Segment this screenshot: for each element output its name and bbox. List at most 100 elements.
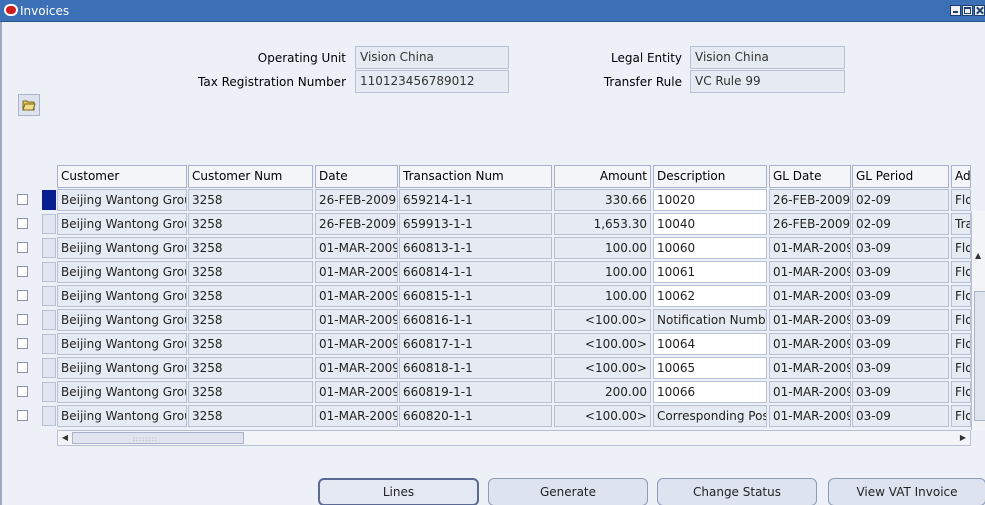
- cell-description[interactable]: Notification Numbe: [653, 309, 767, 331]
- scroll-right-icon[interactable]: ▶: [956, 431, 970, 445]
- cell-ad[interactable]: Flo: [951, 237, 971, 259]
- row-checkbox[interactable]: [17, 290, 28, 301]
- cell-customer-num[interactable]: 3258: [188, 309, 313, 331]
- column-header-ad[interactable]: Ad: [951, 165, 971, 188]
- cell-gl-date[interactable]: 01-MAR-2009: [769, 357, 851, 379]
- row-checkbox[interactable]: [17, 218, 28, 229]
- vertical-scrollbar-thumb[interactable]: [974, 291, 985, 421]
- change-status-button[interactable]: Change Status: [657, 478, 817, 505]
- cell-customer[interactable]: Beijing Wantong Grou: [57, 285, 187, 307]
- cell-customer[interactable]: Beijing Wantong Grou: [57, 381, 187, 403]
- cell-ad[interactable]: Flo: [951, 333, 971, 355]
- cell-gl-date[interactable]: 01-MAR-2009: [769, 237, 851, 259]
- cell-description[interactable]: 10064: [653, 333, 767, 355]
- cell-gl-period[interactable]: 03-09: [852, 261, 949, 283]
- cell-customer-num[interactable]: 3258: [188, 405, 313, 427]
- cell-date[interactable]: 01-MAR-2009: [315, 381, 398, 403]
- cell-customer-num[interactable]: 3258: [188, 333, 313, 355]
- cell-date[interactable]: 26-FEB-2009: [315, 189, 398, 211]
- cell-amount[interactable]: 330.66: [554, 189, 651, 211]
- cell-ad[interactable]: Flo: [951, 189, 971, 211]
- cell-gl-period[interactable]: 03-09: [852, 381, 949, 403]
- cell-customer-num[interactable]: 3258: [188, 357, 313, 379]
- cell-amount[interactable]: <100.00>: [554, 333, 651, 355]
- cell-gl-date[interactable]: 01-MAR-2009: [769, 405, 851, 427]
- operating-unit-field[interactable]: Vision China: [355, 46, 509, 69]
- cell-transaction-num[interactable]: 660819-1-1: [399, 381, 552, 403]
- cell-gl-date[interactable]: 26-FEB-2009: [769, 213, 851, 235]
- close-icon[interactable]: [974, 5, 985, 16]
- cell-amount[interactable]: 200.00: [554, 381, 651, 403]
- vertical-scrollbar[interactable]: ▲: [971, 211, 985, 430]
- cell-description[interactable]: 10062: [653, 285, 767, 307]
- cell-date[interactable]: 26-FEB-2009: [315, 213, 398, 235]
- cell-gl-date[interactable]: 01-MAR-2009: [769, 261, 851, 283]
- folder-button[interactable]: [18, 94, 40, 116]
- row-selector[interactable]: [42, 382, 56, 402]
- row-checkbox[interactable]: [17, 410, 28, 421]
- row-selector[interactable]: [42, 262, 56, 282]
- cell-customer[interactable]: Beijing Wantong Grou: [57, 357, 187, 379]
- cell-transaction-num[interactable]: 660817-1-1: [399, 333, 552, 355]
- cell-amount[interactable]: 100.00: [554, 261, 651, 283]
- cell-transaction-num[interactable]: 660820-1-1: [399, 405, 552, 427]
- column-header-gl-date[interactable]: GL Date: [769, 165, 851, 188]
- minimize-icon[interactable]: [950, 5, 961, 16]
- cell-customer[interactable]: Beijing Wantong Grou: [57, 309, 187, 331]
- cell-description[interactable]: 10061: [653, 261, 767, 283]
- cell-date[interactable]: 01-MAR-2009: [315, 405, 398, 427]
- cell-gl-date[interactable]: 01-MAR-2009: [769, 333, 851, 355]
- row-selector[interactable]: [42, 334, 56, 354]
- cell-amount[interactable]: <100.00>: [554, 405, 651, 427]
- scrollbar-thumb[interactable]: ::::::::: [72, 432, 244, 444]
- maximize-icon[interactable]: [962, 5, 973, 16]
- row-checkbox[interactable]: [17, 314, 28, 325]
- cell-customer[interactable]: Beijing Wantong Grou: [57, 237, 187, 259]
- cell-ad[interactable]: Flo: [951, 405, 971, 427]
- cell-gl-period[interactable]: 02-09: [852, 213, 949, 235]
- column-header-transaction-num[interactable]: Transaction Num: [399, 165, 552, 188]
- cell-transaction-num[interactable]: 660816-1-1: [399, 309, 552, 331]
- cell-description[interactable]: 10020: [653, 189, 767, 211]
- cell-date[interactable]: 01-MAR-2009: [315, 285, 398, 307]
- cell-amount[interactable]: 100.00: [554, 237, 651, 259]
- cell-date[interactable]: 01-MAR-2009: [315, 261, 398, 283]
- cell-gl-date[interactable]: 01-MAR-2009: [769, 309, 851, 331]
- row-selector[interactable]: [42, 358, 56, 378]
- row-checkbox[interactable]: [17, 266, 28, 277]
- scroll-left-icon[interactable]: ◀: [58, 431, 72, 445]
- cell-amount[interactable]: <100.00>: [554, 357, 651, 379]
- cell-transaction-num[interactable]: 660814-1-1: [399, 261, 552, 283]
- lines-button[interactable]: Lines: [318, 478, 479, 505]
- cell-customer[interactable]: Beijing Wantong Grou: [57, 405, 187, 427]
- scroll-up-icon[interactable]: ▲: [975, 251, 981, 260]
- row-checkbox[interactable]: [17, 194, 28, 205]
- column-header-amount[interactable]: Amount: [554, 165, 651, 188]
- cell-gl-period[interactable]: 02-09: [852, 189, 949, 211]
- cell-customer-num[interactable]: 3258: [188, 285, 313, 307]
- cell-transaction-num[interactable]: 660815-1-1: [399, 285, 552, 307]
- cell-gl-period[interactable]: 03-09: [852, 309, 949, 331]
- tax-registration-field[interactable]: 110123456789012: [355, 70, 509, 93]
- cell-customer[interactable]: Beijing Wantong Grou: [57, 213, 187, 235]
- transfer-rule-field[interactable]: VC Rule 99: [690, 70, 845, 93]
- cell-ad[interactable]: Flo: [951, 357, 971, 379]
- column-header-description[interactable]: Description: [653, 165, 767, 188]
- cell-customer[interactable]: Beijing Wantong Grou: [57, 261, 187, 283]
- column-header-customer-num[interactable]: Customer Num: [188, 165, 313, 188]
- cell-amount[interactable]: 100.00: [554, 285, 651, 307]
- cell-date[interactable]: 01-MAR-2009: [315, 357, 398, 379]
- cell-gl-period[interactable]: 03-09: [852, 405, 949, 427]
- legal-entity-field[interactable]: Vision China: [690, 46, 845, 69]
- cell-gl-period[interactable]: 03-09: [852, 237, 949, 259]
- cell-date[interactable]: 01-MAR-2009: [315, 333, 398, 355]
- cell-description[interactable]: Corresponding Pos: [653, 405, 767, 427]
- row-selector[interactable]: [42, 238, 56, 258]
- cell-gl-date[interactable]: 01-MAR-2009: [769, 381, 851, 403]
- row-selector[interactable]: [42, 310, 56, 330]
- cell-description[interactable]: 10065: [653, 357, 767, 379]
- generate-button[interactable]: Generate: [488, 478, 648, 505]
- cell-gl-period[interactable]: 03-09: [852, 285, 949, 307]
- row-selector[interactable]: [42, 190, 56, 210]
- cell-customer-num[interactable]: 3258: [188, 381, 313, 403]
